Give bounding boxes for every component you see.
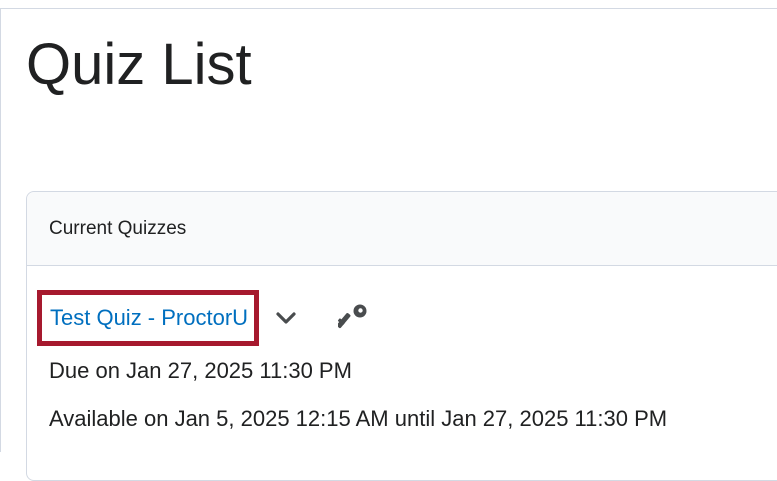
quiz-due-date: Due on Jan 27, 2025 11:30 PM — [49, 358, 352, 383]
panel-header-label: Current Quizzes — [49, 217, 187, 239]
quiz-row: Test Quiz - ProctorU — [37, 290, 371, 346]
page-title: Quiz List — [26, 32, 252, 97]
key-icon — [338, 304, 367, 329]
quiz-actions-button[interactable] — [273, 305, 299, 331]
current-quizzes-panel: Current Quizzes Test Quiz - ProctorU Due… — [26, 191, 777, 481]
quiz-link[interactable]: Test Quiz - ProctorU — [50, 305, 248, 331]
panel-header: Current Quizzes — [27, 192, 777, 266]
key-icon-wrapper — [337, 301, 371, 335]
quiz-highlight-box: Test Quiz - ProctorU — [37, 290, 260, 346]
chevron-down-icon — [276, 312, 296, 324]
quiz-availability: Available on Jan 5, 2025 12:15 AM until … — [49, 406, 668, 431]
page-frame: Quiz List Current Quizzes Test Quiz - Pr… — [0, 8, 777, 481]
